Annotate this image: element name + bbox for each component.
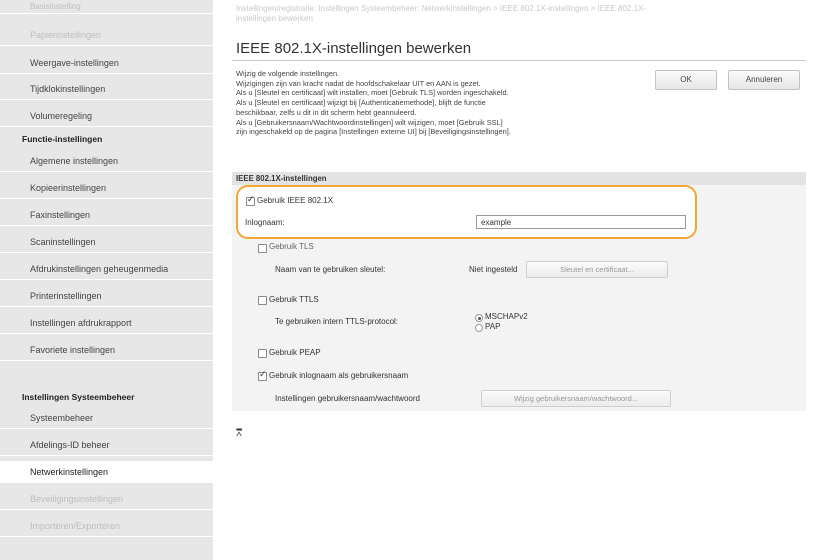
pap-radio[interactable] <box>475 324 483 332</box>
sidebar-item-volume[interactable]: Volumeregeling <box>0 105 213 127</box>
sidebar-item-fax[interactable]: Faxinstellingen <box>0 204 213 226</box>
sidebar-item-favoriet[interactable]: Favoriete instellingen <box>0 339 213 361</box>
sidebar-section-systeembeheer: Instellingen Systeembeheer <box>22 392 135 402</box>
description-line: beschikbaar, zelfs u dit in dit scherm h… <box>236 107 417 117</box>
use-ttls-label: Gebruik TTLS <box>269 295 319 304</box>
key-cert-button[interactable]: Sleutel en certificaat... <box>526 261 668 278</box>
description-line: zijn ingeschakeld op de pagina [Instelli… <box>236 127 511 137</box>
breadcrumb-line[interactable]: Instellingen/registratie: Instellingen S… <box>236 4 796 14</box>
use-login-as-user-checkbox[interactable] <box>258 370 267 381</box>
to-top-icon[interactable]: ⩞ <box>236 428 242 439</box>
description-line: Als u [Gebruikersnaam/Wachtwoordinstelli… <box>236 117 503 127</box>
key-name-value: Niet ingesteld <box>469 265 518 274</box>
use-ttls-checkbox[interactable] <box>258 296 267 305</box>
sidebar-item-scan[interactable]: Scaninstellingen <box>0 231 213 253</box>
use-tls-checkbox[interactable] <box>258 244 267 253</box>
ttls-protocol-label: Te gebruiken intern TTLS-protocol: <box>275 317 399 326</box>
sidebar-item-algemeen[interactable]: Algemene instellingen <box>0 150 213 172</box>
sidebar-section-functie: Functie-instellingen <box>22 134 103 144</box>
use-tls-label: Gebruik TLS <box>269 242 314 251</box>
login-name-input[interactable] <box>476 215 686 229</box>
sidebar: Basisinstelling Papierinstellingen Weerg… <box>0 0 213 560</box>
sidebar-item-printer[interactable]: Printerinstellingen <box>0 285 213 307</box>
key-name-label: Naam van te gebruiken sleutel: <box>275 265 386 274</box>
sidebar-item-netwerk[interactable]: Netwerkinstellingen <box>0 461 213 483</box>
use-login-as-user-label: Gebruik inlognaam als gebruikersnaam <box>269 371 409 380</box>
page-title: IEEE 802.1X-instellingen bewerken <box>236 40 472 57</box>
mschapv2-label: MSCHAPv2 <box>485 312 528 321</box>
sidebar-item-kopieer[interactable]: Kopieerinstellingen <box>0 177 213 199</box>
sidebar-item-afdelings-id[interactable]: Afdelings-ID beheer <box>0 434 213 456</box>
breadcrumb: Instellingen/registratie: Instellingen S… <box>236 4 796 24</box>
use-ieee-checkbox[interactable] <box>246 195 255 206</box>
use-ieee-label: Gebruik IEEE 802.1X <box>257 196 334 205</box>
use-peap-checkbox[interactable] <box>258 349 267 358</box>
sidebar-item-beveiliging[interactable]: Beveiligingsinstellingen <box>0 488 213 510</box>
sidebar-item-importeren[interactable]: Importeren/Exporteren <box>0 515 213 537</box>
breadcrumb-line: instellingen bewerken <box>236 14 313 23</box>
description-line: Als u [Sleutel en certificaat] wijzigt b… <box>236 98 486 108</box>
ok-button[interactable]: OK <box>655 70 717 90</box>
pap-label: PAP <box>485 322 501 331</box>
description: Wijzig de volgende instellingen. Wijzigi… <box>236 69 656 137</box>
login-name-label: Inlognaam: <box>245 218 285 227</box>
sidebar-item-weergave[interactable]: Weergave-instellingen <box>0 52 213 74</box>
section-header: IEEE 802.1X-instellingen <box>232 172 806 185</box>
sidebar-item-basisinstelling[interactable]: Basisinstelling <box>0 0 213 14</box>
sidebar-item-tijdklok[interactable]: Tijdklokinstellingen <box>0 78 213 100</box>
description-line: Als u [Sleutel en certificaat] wilt inst… <box>236 88 509 98</box>
description-line: Wijzigingen zijn van kracht nadat de hoo… <box>236 78 481 88</box>
sidebar-item-papierinstellingen[interactable]: Papierinstellingen <box>0 24 213 46</box>
sidebar-item-afdruk-geheugen[interactable]: Afdrukinstellingen geheugenmedia <box>0 258 213 280</box>
highlight-box <box>236 185 697 239</box>
change-user-pw-button[interactable]: Wijzig gebruikersnaam/wachtwoord... <box>481 390 671 407</box>
user-pw-settings-label: Instellingen gebruikersnaam/wachtwoord <box>275 394 420 403</box>
mschapv2-radio[interactable] <box>475 314 483 322</box>
title-divider <box>232 60 806 61</box>
description-line: Wijzig de volgende instellingen. <box>236 69 340 78</box>
use-peap-label: Gebruik PEAP <box>269 348 321 357</box>
sidebar-item-systeembeheer[interactable]: Systeembeheer <box>0 407 213 429</box>
sidebar-item-afdrukrapport[interactable]: Instellingen afdrukrapport <box>0 312 213 334</box>
cancel-button[interactable]: Annuleren <box>728 70 800 90</box>
